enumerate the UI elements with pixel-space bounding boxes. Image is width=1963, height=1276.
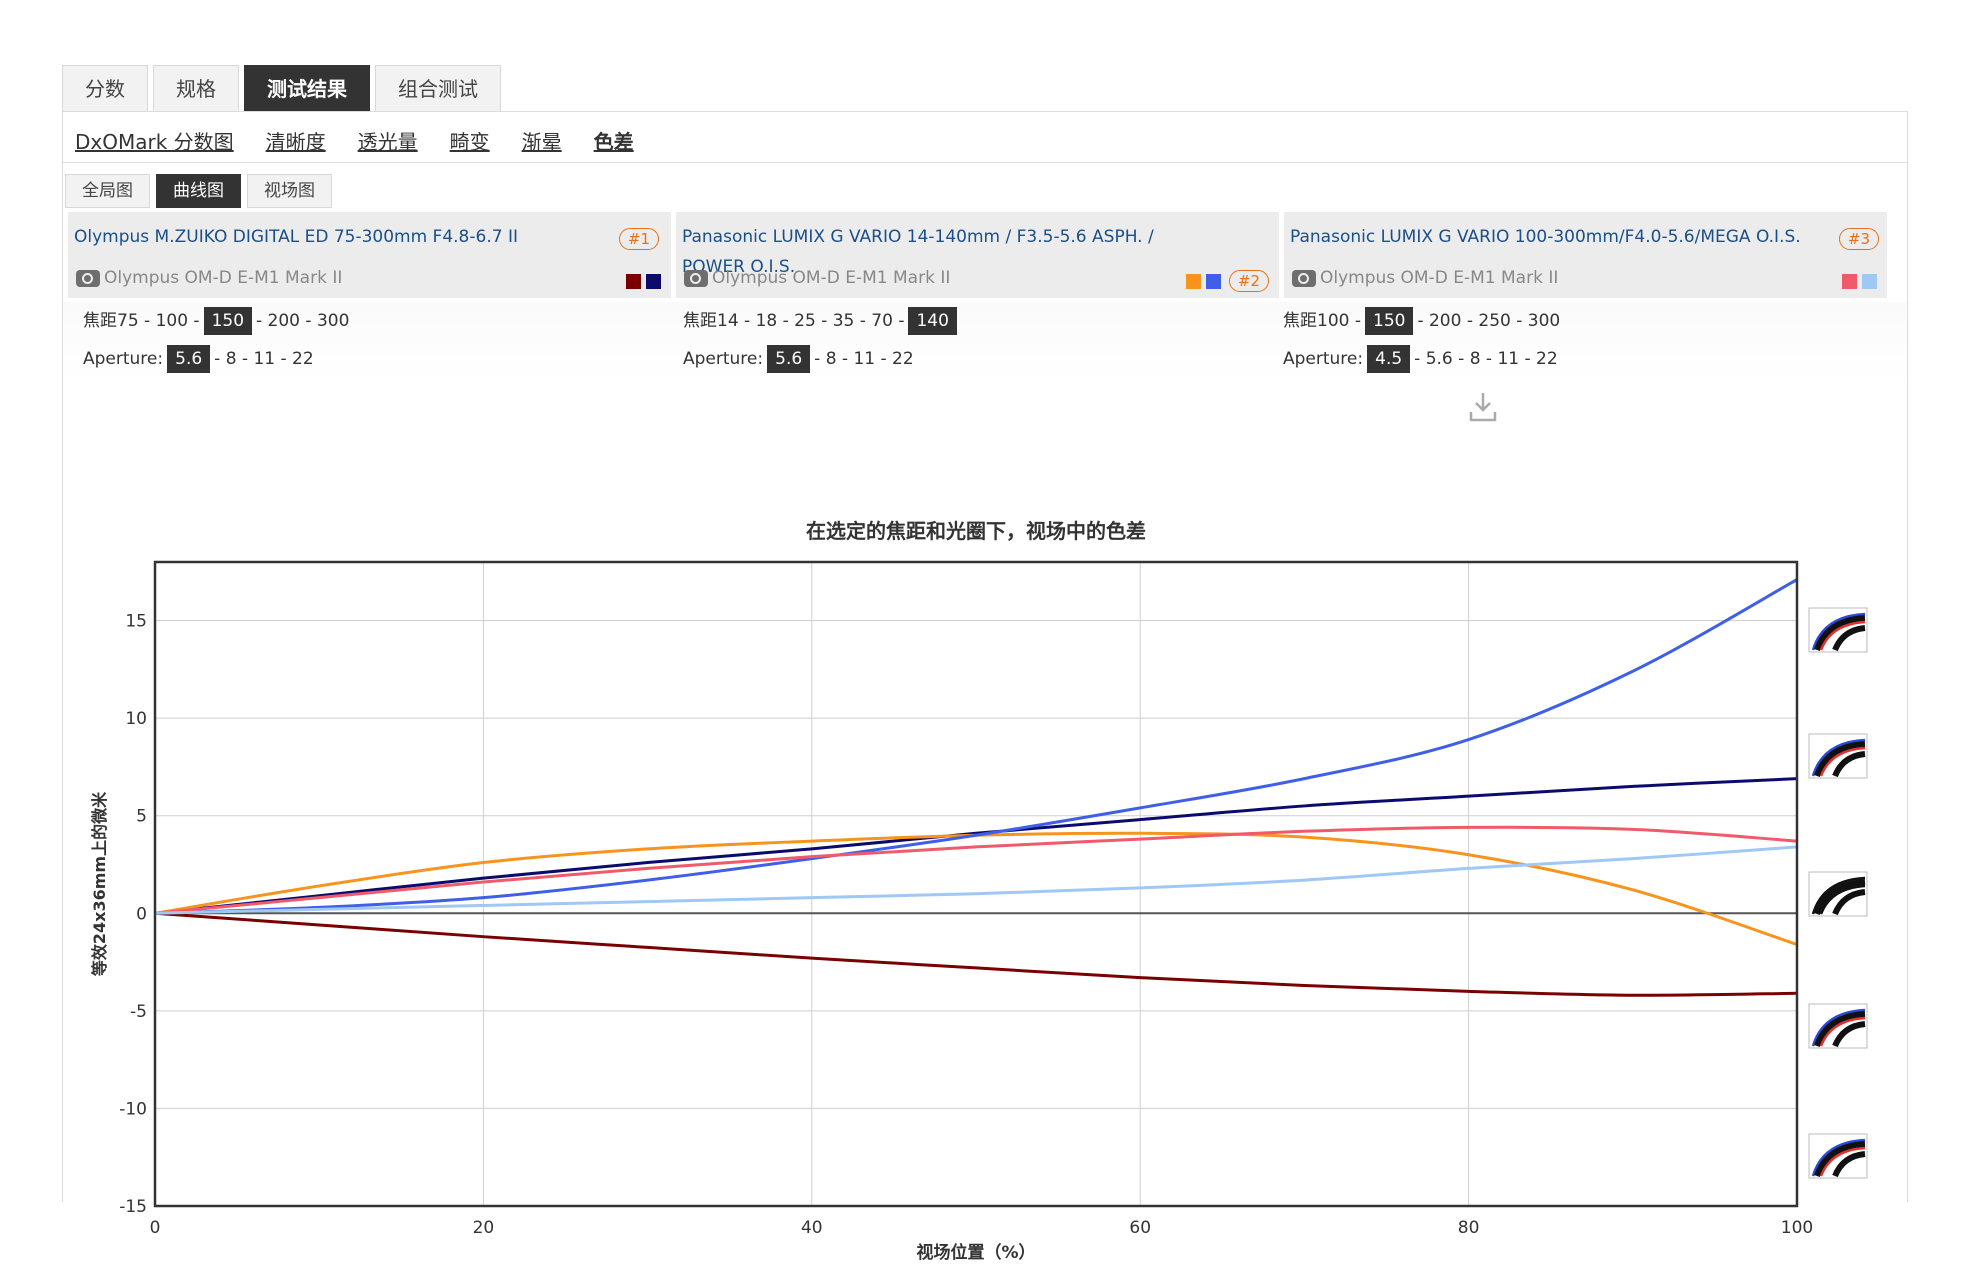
aperture-row: Aperture: 5.6- 8 - 11 - 22 (83, 340, 349, 378)
aperture-label: Aperture: (83, 349, 164, 369)
camera-icon (684, 269, 708, 287)
aperture-row: Aperture: 4.5- 5.6 - 8 - 11 - 22 (1283, 340, 1560, 378)
lens-name[interactable]: Panasonic LUMIX G VARIO 100-300mm/F4.0-5… (1290, 222, 1830, 252)
view-tabs: 全局图 曲线图 视场图 (65, 174, 338, 208)
focal-options[interactable]: 100 - (1317, 302, 1361, 340)
lens-card-1[interactable]: Olympus M.ZUIKO DIGITAL ED 75-300mm F4.8… (68, 212, 671, 298)
ca-sample-icon-3 (1808, 871, 1868, 917)
lens-name[interactable]: Olympus M.ZUIKO DIGITAL ED 75-300mm F4.8… (74, 222, 614, 252)
aperture-row: Aperture: 5.6- 8 - 11 - 22 (683, 340, 961, 378)
results-panel: DxOMark 分数图 清晰度 透光量 畸变 渐晕 色差 全局图 曲线图 视场图… (62, 111, 1908, 1263)
aperture-options[interactable]: - 8 - 11 - 22 (214, 340, 314, 378)
swatch-red (1842, 274, 1857, 289)
ca-sample-icon-2 (1808, 733, 1868, 779)
color-swatches (1837, 274, 1877, 289)
ca-sample-icon-4 (1808, 1003, 1868, 1049)
aperture-label: Aperture: (1283, 349, 1364, 369)
focal-label: 焦距 (83, 311, 117, 331)
y-tick-label: -10 (119, 1099, 147, 1119)
ca-sample-icon-1 (1808, 607, 1868, 653)
tab-test-results[interactable]: 测试结果 (244, 65, 370, 112)
y-tick-label: -5 (130, 1002, 147, 1022)
x-tick-label: 0 (150, 1218, 161, 1238)
aperture-selected[interactable]: 4.5 (1367, 345, 1411, 373)
focal-row: 焦距 100 -150- 200 - 250 - 300 (1283, 302, 1560, 340)
settings-lens-2: 焦距 14 - 18 - 25 - 35 - 70 -140 Aperture: 5… (683, 302, 961, 378)
camera-name: Olympus OM-D E-M1 Mark II (1320, 268, 1559, 288)
y-tick-label: -15 (119, 1197, 147, 1217)
lens-settings: 焦距 75 - 100 -150- 200 - 300 Aperture: 5.6-… (63, 302, 1907, 382)
camera-name: Olympus OM-D E-M1 Mark II (104, 268, 343, 288)
x-tick-label: 80 (1458, 1218, 1480, 1238)
y-axis-label: 等效24x36mm上的微米 (90, 791, 109, 977)
y-tick-label: 0 (136, 904, 147, 924)
y-tick-label: 15 (125, 612, 147, 632)
focal-options[interactable]: 75 - 100 - (117, 302, 200, 340)
subnav-sharpness[interactable]: 清晰度 (266, 126, 326, 155)
chart-container: 在选定的焦距和光圈下，视场中的色差 0 20 40 60 80 100 -15 -10 -5 0 5 1… (63, 412, 1907, 1276)
tab-specs[interactable]: 规格 (153, 65, 239, 112)
focal-row: 焦距 14 - 18 - 25 - 35 - 70 -140 (683, 302, 961, 340)
lens-cards: Olympus M.ZUIKO DIGITAL ED 75-300mm F4.8… (68, 212, 1887, 298)
aperture-label: Aperture: (683, 349, 764, 369)
tab-score[interactable]: 分数 (62, 65, 148, 112)
swatch-blue (1206, 274, 1221, 289)
camera-label: Olympus OM-D E-M1 Mark II (684, 268, 950, 288)
color-swatches (1181, 274, 1221, 289)
focal-options[interactable]: - 200 - 250 - 300 (1417, 302, 1560, 340)
rank-badge: #3 (1838, 228, 1879, 250)
focal-selected[interactable]: 150 (1365, 307, 1414, 335)
aperture-options[interactable]: - 5.6 - 8 - 11 - 22 (1414, 340, 1557, 378)
settings-lens-3: 焦距 100 -150- 200 - 250 - 300 Aperture: 4.5… (1283, 302, 1560, 378)
y-tick-label: 10 (125, 709, 147, 729)
rank-badge: #2 (1228, 270, 1269, 292)
subnav-vignetting[interactable]: 渐晕 (522, 126, 562, 155)
focal-label: 焦距 (1283, 311, 1317, 331)
focal-selected[interactable]: 150 (203, 307, 253, 335)
camera-icon (1292, 269, 1316, 287)
divider (63, 162, 1907, 163)
lens-card-2[interactable]: Panasonic LUMIX G VARIO 14-140mm / F3.5-… (676, 212, 1279, 298)
subnav-transmission[interactable]: 透光量 (358, 126, 418, 155)
ca-sample-icon-5 (1808, 1133, 1868, 1179)
rank-badge: #1 (618, 228, 659, 250)
sub-navigation: DxOMark 分数图 清晰度 透光量 畸变 渐晕 色差 (75, 126, 666, 155)
x-axis-label: 视场位置（%） (916, 1242, 1035, 1263)
view-tab-curve[interactable]: 曲线图 (156, 174, 241, 208)
lens-card-3[interactable]: Panasonic LUMIX G VARIO 100-300mm/F4.0-5… (1284, 212, 1887, 298)
aperture-selected[interactable]: 5.6 (767, 345, 811, 373)
camera-label: Olympus OM-D E-M1 Mark II (1292, 268, 1558, 288)
aperture-options[interactable]: - 8 - 11 - 22 (814, 340, 914, 378)
x-tick-label: 40 (801, 1218, 823, 1238)
x-tick-label: 100 (1781, 1218, 1813, 1238)
tab-combo-test[interactable]: 组合测试 (375, 65, 501, 112)
camera-name: Olympus OM-D E-M1 Mark II (712, 268, 951, 288)
view-tab-global[interactable]: 全局图 (65, 174, 150, 208)
swatch-blue (646, 274, 661, 289)
view-tab-field[interactable]: 视场图 (247, 174, 332, 208)
x-tick-label: 60 (1129, 1218, 1151, 1238)
focal-selected[interactable]: 140 (908, 307, 957, 335)
main-tabs: 分数 规格 测试结果 组合测试 (62, 65, 506, 112)
settings-lens-1: 焦距 75 - 100 -150- 200 - 300 Aperture: 5.6-… (83, 302, 349, 378)
plot-area (155, 562, 1797, 1206)
swatch-red (626, 274, 641, 289)
swatch-red (1186, 274, 1201, 289)
focal-options[interactable]: - 200 - 300 (256, 302, 349, 340)
swatch-blue (1862, 274, 1877, 289)
subnav-distortion[interactable]: 畸变 (450, 126, 490, 155)
y-tick-label: 5 (136, 807, 147, 827)
ca-chart: 在选定的焦距和光圈下，视场中的色差 0 20 40 60 80 100 -15 -10 -5 0 5 1… (90, 519, 1868, 1263)
subnav-chromatic-aberration[interactable]: 色差 (594, 126, 634, 155)
subnav-dxomark-score[interactable]: DxOMark 分数图 (75, 126, 234, 155)
chart-title: 在选定的焦距和光圈下，视场中的色差 (806, 519, 1146, 543)
camera-label: Olympus OM-D E-M1 Mark II (76, 268, 342, 288)
focal-label: 焦距 (683, 311, 717, 331)
camera-icon (76, 269, 100, 287)
aperture-selected[interactable]: 5.6 (167, 345, 211, 373)
focal-row: 焦距 75 - 100 -150- 200 - 300 (83, 302, 349, 340)
focal-options[interactable]: 14 - 18 - 25 - 35 - 70 - (717, 302, 904, 340)
x-tick-label: 20 (473, 1218, 495, 1238)
color-swatches (621, 274, 661, 289)
